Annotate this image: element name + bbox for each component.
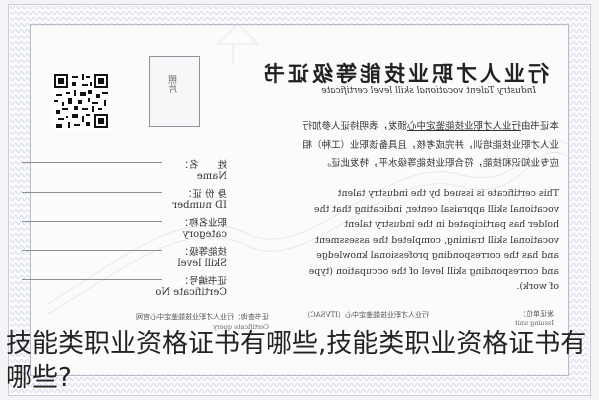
body-cn-issuer: 行业人才职业技能鉴定中心: [406, 121, 521, 132]
field-id-line: [22, 192, 162, 193]
photo-box: 照片: [149, 56, 200, 127]
footer-issuer-center: 行业人才职业技能鉴定中心（ITVSAC）: [303, 311, 429, 319]
footer-issuing-unit-cn: 发证单位：: [519, 310, 554, 318]
field-certificate-no-en: Certificate No: [155, 287, 227, 298]
field-name-cn: 姓 名：: [179, 160, 227, 171]
field-certificate-no-cn: 证书编号：: [179, 276, 227, 287]
body-cn-prefix: 本证书由: [520, 121, 559, 132]
field-skill-level-line: [22, 250, 162, 251]
field-id-en: ID number: [172, 200, 227, 211]
photo-label: 照片: [169, 75, 179, 93]
field-category-en: category: [182, 229, 227, 240]
overlay-caption: 技能类职业资格证书有哪些,技能类职业资格证书有哪些?: [6, 329, 587, 393]
field-name-en: Name: [196, 171, 227, 182]
field-certificate-no-line: [22, 279, 162, 280]
field-category-cn: 职业名称：: [179, 218, 227, 229]
certificate-title-en: Industry Talent vocational skill level c…: [321, 86, 536, 96]
footer-query-cn: 证书查询：行业人才职业技能鉴定中心官网: [136, 313, 269, 321]
field-skill-level-en: Skill level: [177, 258, 227, 269]
field-skill-level-cn: 技能等级：: [179, 247, 227, 258]
qr-code-icon: [52, 72, 110, 130]
certificate-body-cn: 本证书由行业人才职业技能鉴定中心颁发，表明持证人参加行业人才职业技能培训，并完成…: [297, 118, 559, 174]
field-category-line: [22, 221, 162, 222]
certificate-body-en: This certificate is issued by the indust…: [308, 188, 559, 292]
certificate-title-cn: 行业人才职业技能等级证书: [261, 61, 549, 86]
footer-issuing-unit-en: Issuing unit: [515, 319, 554, 327]
field-id-cn: 身 份 证：: [182, 189, 227, 200]
field-name-line: [22, 162, 162, 163]
